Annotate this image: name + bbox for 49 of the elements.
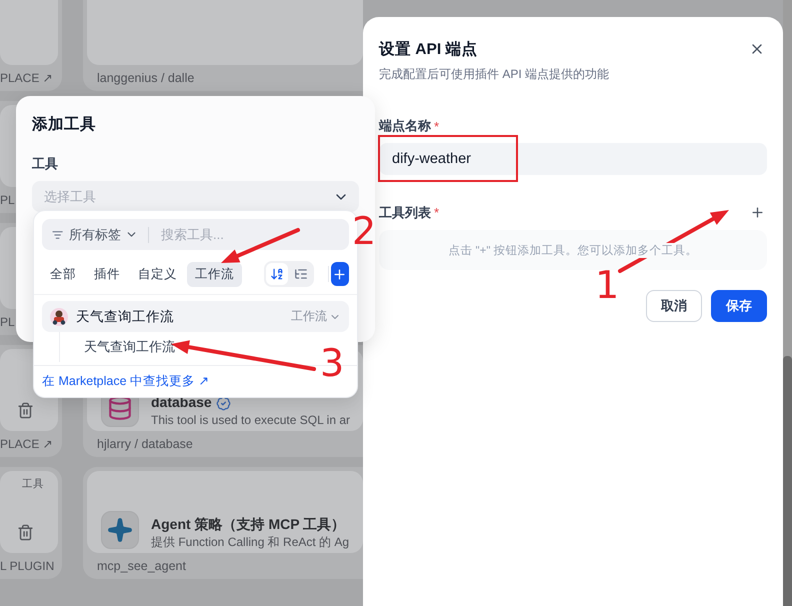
card-footer: hjlarry / database: [87, 431, 193, 457]
tab[interactable]: 自定义: [130, 262, 185, 286]
plugin-title: database: [151, 395, 212, 411]
card-footer: mcp_see_agent: [87, 553, 186, 579]
field-label: 工具: [32, 155, 59, 173]
sparkle-icon: [101, 511, 139, 549]
marketplace-link[interactable]: 在 Marketplace 中查找更多 ↗: [42, 374, 209, 388]
card-footer: langgenius / dalle: [87, 65, 194, 91]
field-label: 工具列表: [379, 204, 431, 222]
add-button[interactable]: [330, 262, 349, 286]
endpoint-name-field[interactable]: dify-weather: [379, 143, 767, 175]
card-footer: PL: [0, 187, 15, 213]
tag-filter[interactable]: 所有标签: [69, 226, 138, 244]
tree-icon: [294, 267, 308, 281]
plus-icon: [332, 266, 348, 282]
card-footer: L PLUGIN: [0, 553, 54, 579]
category-tag: 工具: [18, 475, 48, 493]
card-footer: PLACE ↗: [0, 65, 53, 91]
scrollbar[interactable]: [783, 0, 792, 606]
workflow-group[interactable]: 天气查询工作流 工作流: [42, 301, 349, 332]
plugin-description: This tool is used to execute SQL in ar: [151, 414, 350, 427]
verified-icon: [216, 396, 231, 411]
plugin-description: 提供 Function Calling 和 ReAct 的 Ag: [151, 536, 350, 549]
workflow-type: 工作流: [291, 308, 341, 325]
workflow-name: 天气查询工作流: [76, 308, 175, 326]
trash-icon[interactable]: [17, 402, 34, 419]
card-footer: PLACE ↗: [0, 431, 53, 457]
required-mark: *: [434, 205, 440, 220]
annotation-number: 2: [352, 212, 376, 250]
annotation-number: 1: [595, 266, 620, 304]
field-label: 端点名称: [379, 117, 431, 135]
plugin-title: Agent 策略（支持 MCP 工具）: [151, 517, 346, 533]
panel-subtitle: 完成配置后可使用插件 API 端点提供的功能: [379, 66, 610, 83]
required-mark: *: [434, 118, 440, 134]
scrollbar-thumb[interactable]: [783, 356, 792, 606]
cancel-button[interactable]: 取消: [646, 290, 702, 322]
plus-icon: [750, 205, 765, 220]
save-button[interactable]: 保存: [711, 290, 767, 322]
tab[interactable]: 全部: [42, 262, 84, 286]
avatar-icon: [50, 308, 68, 326]
search-field[interactable]: 所有标签 搜索工具...: [42, 219, 349, 250]
panel-title: 设置 API 端点: [379, 40, 478, 60]
card-footer: PL: [0, 309, 15, 335]
sort-icon: [270, 267, 284, 281]
tab[interactable]: 工作流: [187, 262, 242, 286]
sort-az-button[interactable]: [266, 263, 288, 285]
trash-icon[interactable]: [17, 524, 34, 541]
tab[interactable]: 插件: [86, 262, 128, 286]
dialog-title: 添加工具: [32, 115, 97, 135]
